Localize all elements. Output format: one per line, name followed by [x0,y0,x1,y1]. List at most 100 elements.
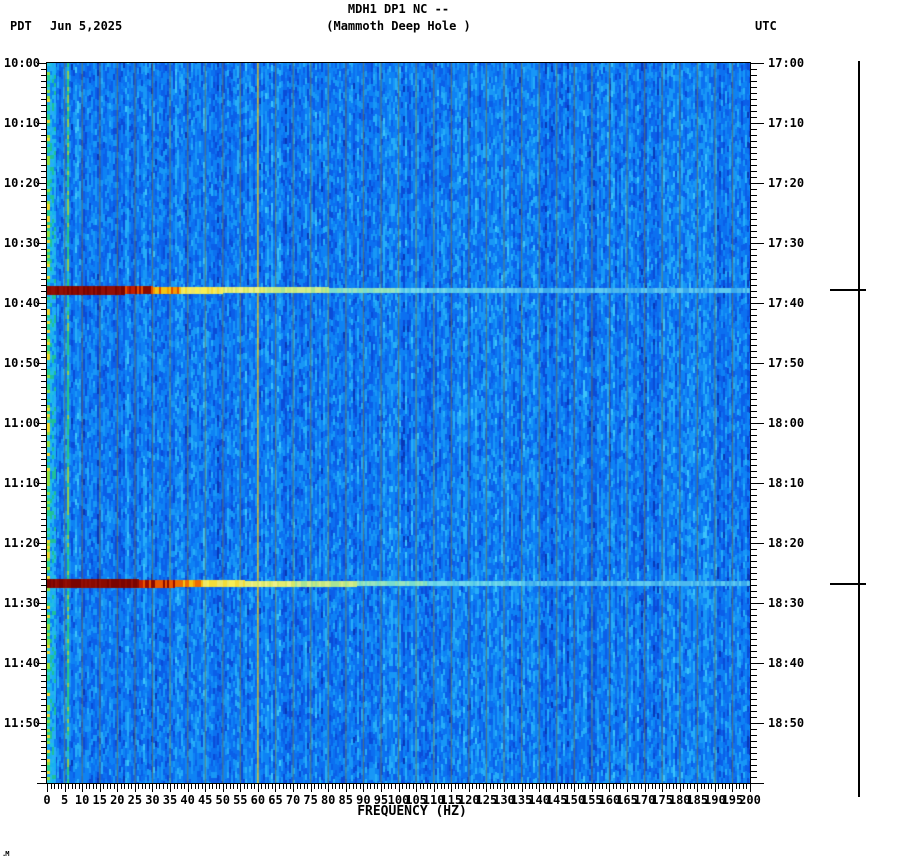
time-tick-right [750,513,757,514]
freq-tick [64,783,66,792]
freq-tick [113,783,115,789]
time-tick-left [41,375,47,376]
time-tick-right [750,405,757,406]
freq-tick [177,783,179,789]
freq-tick [623,783,625,789]
time-tick-right [750,315,757,316]
time-tick-left [41,759,47,760]
time-tick-left [41,291,47,292]
time-tick-left [41,153,47,154]
time-tick-left [41,93,47,94]
freq-tick [342,783,344,789]
time-tick-right [750,501,757,502]
time-tick-right [750,285,757,286]
freq-tick [521,783,523,792]
freq-tick [363,783,365,792]
time-tick-left [41,753,47,754]
time-tick-right [750,135,757,136]
freq-tick [725,783,727,789]
freq-tick [742,783,744,789]
time-tick-right [750,627,757,628]
time-tick-right [750,291,757,292]
freq-tick [271,783,273,789]
freq-tick [665,783,667,789]
time-label-utc: 17:30 [768,236,805,250]
time-tick-left [41,729,47,730]
time-tick-right [750,741,757,742]
freq-tick [609,783,611,792]
time-tick-right [750,105,757,106]
freq-label: 200 [739,793,761,807]
time-tick-right [750,387,757,388]
time-tick-left [41,687,47,688]
time-tick-left [41,705,47,706]
time-tick-right [750,255,757,256]
freq-tick [711,783,713,789]
time-tick-left [37,783,47,784]
freq-tick [584,783,586,789]
freq-tick [162,783,164,789]
time-tick-left [41,237,47,238]
time-tick-left [41,693,47,694]
event-marker-tick [830,582,866,585]
freq-tick [254,783,256,789]
time-tick-right [750,69,757,70]
time-tick-right [750,771,757,772]
time-tick-left [41,255,47,256]
time-tick-right [750,375,757,376]
time-tick-right [750,231,757,232]
time-tick-left [41,429,47,430]
time-tick-left [41,393,47,394]
freq-tick [693,783,695,789]
time-label-pdt: 11:30 [3,596,40,610]
freq-tick [546,783,548,789]
freq-tick [391,783,393,789]
freq-tick [324,783,326,789]
time-tick-left [41,105,47,106]
time-tick-left [41,681,47,682]
time-tick-right [750,549,757,550]
time-tick-left [41,585,47,586]
time-tick-left [41,675,47,676]
freq-tick [503,783,505,792]
time-tick-left [41,399,47,400]
freq-tick [68,783,70,789]
time-tick-right [750,699,757,700]
time-tick-left [41,477,47,478]
freq-tick [106,783,108,789]
freq-tick [54,783,56,789]
freq-tick [570,783,572,789]
time-tick-right [750,753,757,754]
time-tick-right [750,393,757,394]
x-axis-title: FREQUENCY (HZ) [357,804,467,819]
time-tick-left [41,621,47,622]
freq-tick [641,783,643,789]
freq-tick [215,783,217,789]
freq-tick [264,783,266,789]
time-tick-right [750,639,757,640]
freq-tick [732,783,734,792]
freq-tick [405,783,407,789]
time-tick-left [41,111,47,112]
time-tick-left [41,591,47,592]
time-tick-right [750,555,757,556]
time-tick-right [750,621,757,622]
freq-tick [595,783,597,789]
time-tick-left [41,567,47,568]
time-label-utc: 18:00 [768,416,805,430]
freq-tick [261,783,263,789]
freq-tick [556,783,558,792]
time-tick-left [41,717,47,718]
time-tick-right [750,303,764,304]
time-tick-right [750,81,757,82]
time-tick-left [41,279,47,280]
freq-tick [451,783,453,792]
time-tick-left [41,507,47,508]
time-tick-left [41,627,47,628]
time-tick-right [750,111,757,112]
time-tick-right [750,537,757,538]
time-tick-right [750,207,757,208]
time-tick-left [41,219,47,220]
station-title: MDH1 DP1 NC -- [347,2,450,16]
freq-tick [577,783,579,789]
